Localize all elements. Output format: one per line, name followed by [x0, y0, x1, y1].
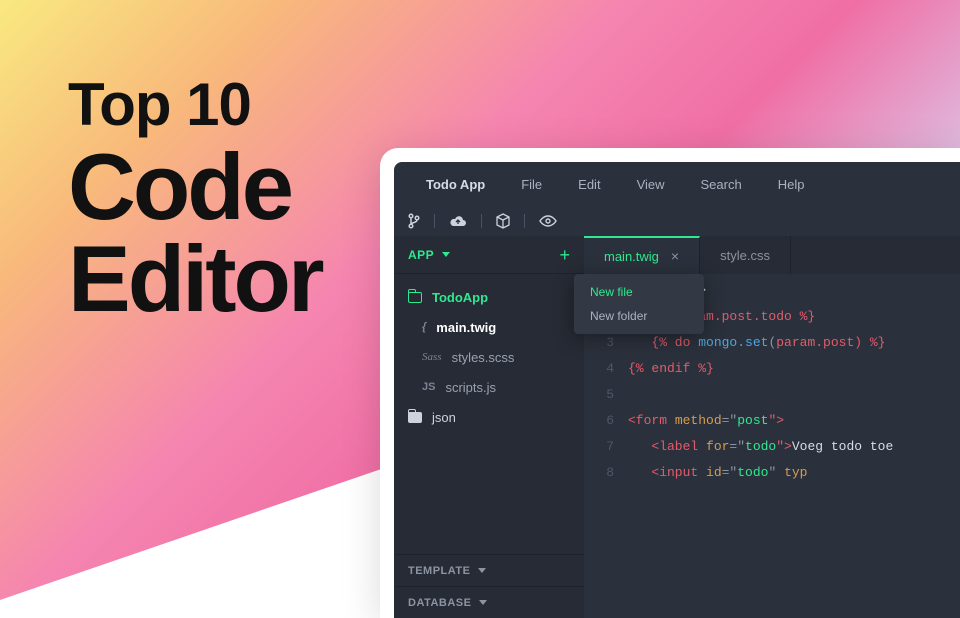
context-menu: New file New folder: [574, 274, 704, 334]
menu-item-new-file[interactable]: New file: [574, 280, 704, 304]
line-number: 6: [584, 408, 628, 434]
separator: [481, 214, 482, 228]
file-label: styles.scss: [452, 350, 515, 365]
menu-app[interactable]: Todo App: [408, 177, 503, 192]
file-tree: TodoApp { main.twig Sass styles.scss JS …: [394, 274, 584, 554]
line-number: 5: [584, 382, 628, 408]
folder-icon: [408, 292, 422, 303]
line-number: 7: [584, 434, 628, 460]
twig-icon: {: [422, 321, 426, 333]
code-line: <form method="post">: [628, 408, 784, 434]
editor-window: Todo App File Edit View Search Help APP: [380, 148, 960, 618]
hero-line2b: Editor: [68, 233, 322, 325]
toolbar: [394, 206, 960, 236]
hero-line2a: Code: [68, 141, 322, 233]
line-number: 4: [584, 356, 628, 382]
file-label: main.twig: [436, 320, 496, 335]
project-name: APP: [408, 248, 434, 262]
js-icon: JS: [422, 381, 435, 393]
code-line: <input id="todo" typ: [628, 460, 807, 486]
project-selector[interactable]: APP: [408, 248, 450, 262]
folder-icon: [408, 412, 422, 423]
folder-label: TodoApp: [432, 290, 488, 305]
cube-icon[interactable]: [496, 213, 510, 229]
tab-style-css[interactable]: style.css: [700, 236, 791, 274]
sass-icon: Sass: [422, 351, 442, 363]
tab-label: style.css: [720, 248, 770, 263]
sidebar-header: APP +: [394, 236, 584, 274]
section-label: TEMPLATE: [408, 565, 470, 577]
separator: [434, 214, 435, 228]
sidebar: APP + TodoApp { main.twig Sass: [394, 236, 584, 618]
chevron-down-icon: [442, 252, 450, 257]
hero-line1: Top 10: [68, 70, 322, 139]
chevron-down-icon: [478, 568, 486, 573]
close-icon[interactable]: ×: [671, 248, 679, 264]
menu-file[interactable]: File: [503, 177, 560, 192]
menu-item-new-folder[interactable]: New folder: [574, 304, 704, 328]
folder-label: json: [432, 410, 456, 425]
tree-file-styles[interactable]: Sass styles.scss: [394, 342, 584, 372]
sidebar-section-database[interactable]: DATABASE: [394, 586, 584, 618]
menu-edit[interactable]: Edit: [560, 177, 618, 192]
code-line: [628, 382, 636, 408]
file-label: scripts.js: [445, 380, 496, 395]
chevron-down-icon: [479, 600, 487, 605]
eye-icon[interactable]: [539, 215, 557, 227]
menu-search[interactable]: Search: [683, 177, 760, 192]
separator: [524, 214, 525, 228]
menu-view[interactable]: View: [619, 177, 683, 192]
code-line: <label for="todo">Voeg todo toe: [628, 434, 893, 460]
tree-file-scripts[interactable]: JS scripts.js: [394, 372, 584, 402]
section-label: DATABASE: [408, 597, 471, 609]
tree-folder-root[interactable]: TodoApp: [394, 282, 584, 312]
line-number: 8: [584, 460, 628, 486]
hero-title: Top 10 Code Editor: [68, 70, 322, 325]
tab-main-twig[interactable]: main.twig ×: [584, 236, 700, 274]
tab-label: main.twig: [604, 249, 659, 264]
menu-help[interactable]: Help: [760, 177, 823, 192]
git-branch-icon[interactable]: [408, 213, 420, 229]
tab-bar: main.twig × style.css: [584, 236, 960, 274]
upload-cloud-icon[interactable]: [449, 214, 467, 228]
menubar: Todo App File Edit View Search Help: [394, 162, 960, 206]
code-line: {% endif %}: [628, 356, 714, 382]
tree-folder-json[interactable]: json: [394, 402, 584, 432]
add-button[interactable]: +: [559, 246, 570, 264]
sidebar-section-template[interactable]: TEMPLATE: [394, 554, 584, 586]
tree-file-main[interactable]: { main.twig: [394, 312, 584, 342]
editor: Todo App File Edit View Search Help APP: [394, 162, 960, 618]
